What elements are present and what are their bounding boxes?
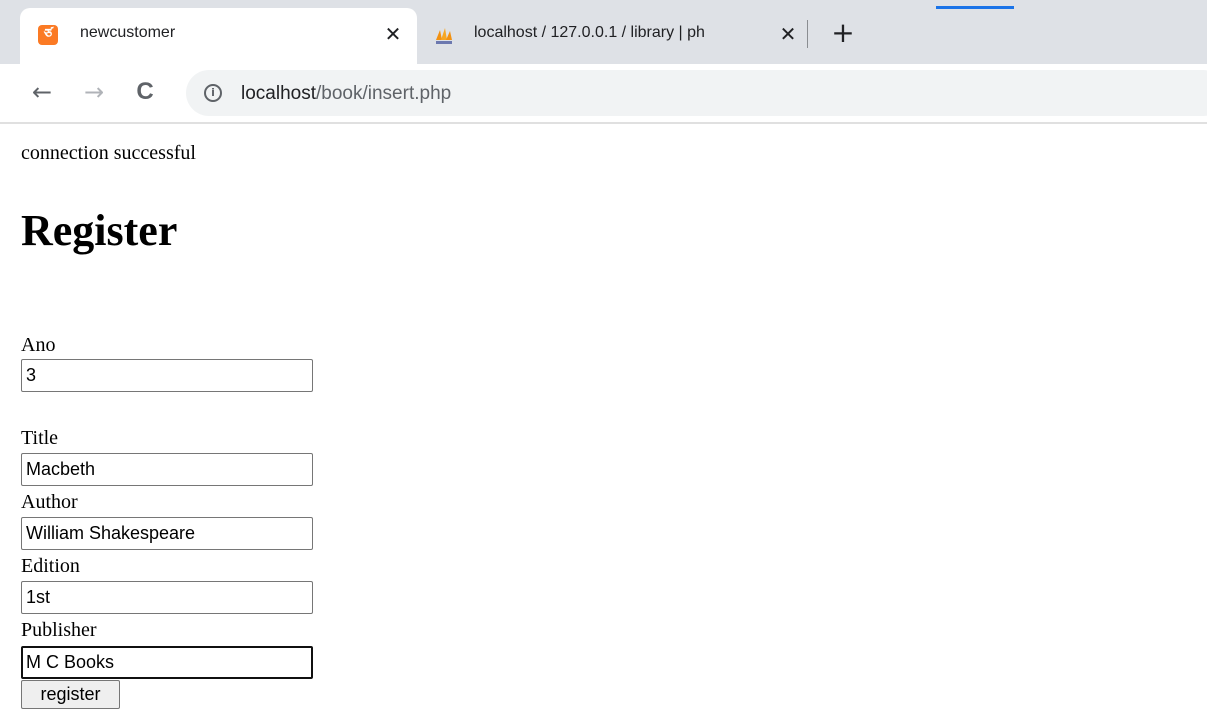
url-path: /book/insert.php — [316, 83, 452, 104]
author-input[interactable] — [21, 517, 313, 550]
phpmyadmin-icon — [436, 28, 452, 44]
register-button[interactable]: register — [21, 680, 120, 709]
publisher-label: Publisher — [21, 619, 97, 641]
xampp-icon: ཙ — [38, 25, 58, 45]
close-tab-icon[interactable]: ✕ — [381, 22, 405, 46]
title-input[interactable] — [21, 453, 313, 486]
tab-newcustomer[interactable]: ཙ newcustomer ✕ — [20, 8, 417, 64]
browser-chrome: ཙ newcustomer ✕ localhost / 127.0.0.1 / … — [0, 0, 1207, 124]
url-text[interactable]: localhost/book/insert.php — [241, 83, 451, 105]
title-label: Title — [21, 427, 59, 449]
page-content: connection successful Register Ano Title… — [0, 124, 1207, 709]
reload-icon[interactable]: C — [130, 77, 160, 107]
new-tab-button[interactable]: + — [830, 19, 856, 47]
forward-arrow-icon[interactable]: → — [79, 77, 109, 107]
page-title: Register — [21, 206, 178, 255]
address-bar[interactable]: i localhost/book/insert.php — [186, 70, 1207, 116]
tab-strip: ཙ newcustomer ✕ localhost / 127.0.0.1 / … — [0, 0, 1207, 64]
ano-input[interactable] — [21, 359, 313, 392]
ano-label: Ano — [21, 334, 56, 356]
edition-label: Edition — [21, 555, 80, 577]
connection-status: connection successful — [21, 142, 196, 164]
tab-phpmyadmin[interactable]: localhost / 127.0.0.1 / library | ph ✕ — [420, 8, 815, 64]
url-host: localhost — [241, 83, 316, 104]
site-info-icon[interactable]: i — [204, 84, 222, 102]
browser-toolbar: ← → C i localhost/book/insert.php — [0, 64, 1207, 122]
tab-title: localhost / 127.0.0.1 / library | ph — [474, 24, 705, 41]
author-label: Author — [21, 491, 78, 513]
close-tab-icon[interactable]: ✕ — [776, 22, 800, 46]
tab-strip-accent — [936, 6, 1014, 9]
tab-divider — [807, 20, 808, 48]
tab-title: newcustomer — [80, 24, 176, 41]
publisher-input[interactable] — [21, 646, 313, 679]
edition-input[interactable] — [21, 581, 313, 614]
back-arrow-icon[interactable]: ← — [27, 77, 57, 107]
